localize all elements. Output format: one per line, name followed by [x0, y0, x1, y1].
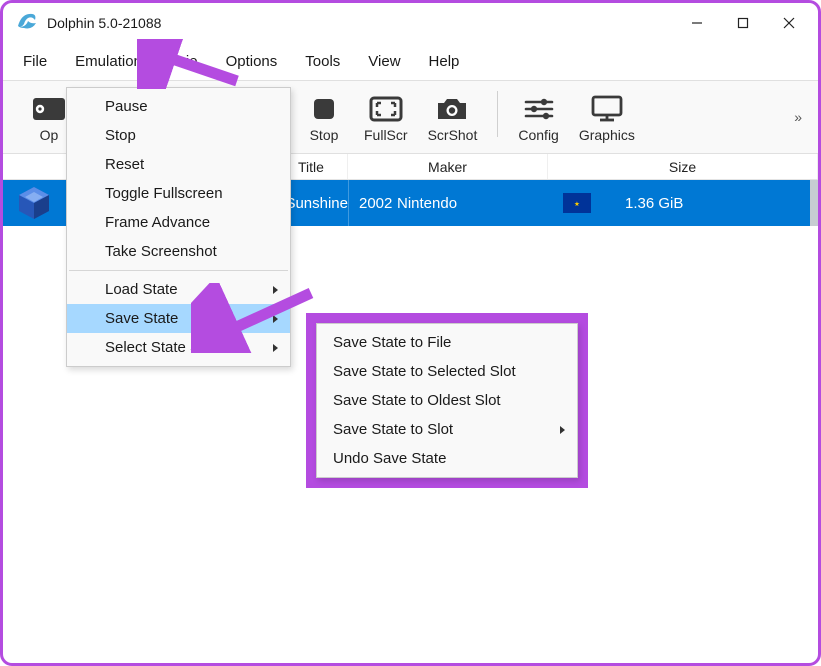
close-button[interactable] — [766, 7, 812, 39]
submenu-undo[interactable]: Undo Save State — [317, 444, 577, 473]
menu-item-frame-advance[interactable]: Frame Advance — [67, 208, 290, 237]
menu-item-load-state[interactable]: Load State — [67, 275, 290, 304]
menu-view[interactable]: View — [354, 47, 414, 76]
submenu-save-to-file[interactable]: Save State to File — [317, 328, 577, 357]
column-size[interactable]: Size — [548, 154, 818, 179]
window-title: Dolphin 5.0-21088 — [47, 15, 674, 31]
menu-item-stop[interactable]: Stop — [67, 121, 290, 150]
toolbar-fullscreen-button[interactable]: FullScr — [354, 87, 418, 147]
window-controls — [674, 7, 812, 39]
sliders-icon — [519, 91, 559, 127]
submenu-save-to-selected[interactable]: Save State to Selected Slot — [317, 357, 577, 386]
minimize-button[interactable] — [674, 7, 720, 39]
stop-icon — [304, 91, 344, 127]
toolbar-screenshot-button[interactable]: ScrShot — [418, 87, 488, 147]
submenu-save-to-slot[interactable]: Save State to Slot — [317, 415, 577, 444]
maximize-button[interactable] — [720, 7, 766, 39]
submenu-save-to-oldest[interactable]: Save State to Oldest Slot — [317, 386, 577, 415]
toolbar-stop-button[interactable]: Stop — [294, 87, 354, 147]
dolphin-icon — [15, 10, 39, 36]
toolbar-graphics-button[interactable]: Graphics — [569, 87, 645, 147]
game-size: 1.36 GiB — [607, 195, 810, 212]
title-bar: Dolphin 5.0-21088 — [3, 3, 818, 43]
menu-item-select-state-slot[interactable]: Select State Slot — [67, 333, 290, 362]
emulation-dropdown: Pause Stop Reset Toggle Fullscreen Frame… — [66, 87, 291, 367]
game-year: 2002 — [349, 195, 397, 212]
disc-icon — [29, 91, 69, 127]
menu-item-toggle-fullscreen[interactable]: Toggle Fullscreen — [67, 179, 290, 208]
annotation-highlight-box: Save State to File Save State to Selecte… — [306, 313, 588, 488]
menu-item-save-state[interactable]: Save State — [67, 304, 290, 333]
menu-item-reset[interactable]: Reset — [67, 150, 290, 179]
toolbar-stop-label: Stop — [310, 127, 339, 143]
camera-icon — [432, 91, 472, 127]
region-eu-icon: ⋆ — [547, 193, 607, 213]
menu-help[interactable]: Help — [415, 47, 474, 76]
toolbar-fullscreen-label: FullScr — [364, 127, 408, 143]
save-state-submenu: Save State to File Save State to Selecte… — [316, 323, 578, 478]
menu-item-pause[interactable]: Pause — [67, 92, 290, 121]
menu-separator — [69, 270, 288, 271]
menu-movie-partial[interactable]: ie — [156, 47, 212, 76]
menu-options[interactable]: Options — [212, 47, 292, 76]
menu-emulation[interactable]: Emulation — [61, 47, 156, 76]
fullscreen-icon — [366, 91, 406, 127]
monitor-icon — [587, 91, 627, 127]
toolbar-graphics-label: Graphics — [579, 127, 635, 143]
menu-item-take-screenshot[interactable]: Take Screenshot — [67, 237, 290, 266]
toolbar-open-label: Op — [40, 127, 59, 143]
toolbar-config-button[interactable]: Config — [508, 87, 568, 147]
menu-bar: File Emulation ie Options Tools View Hel… — [3, 43, 818, 81]
scrollbar-vertical[interactable] — [810, 180, 818, 226]
menu-tools[interactable]: Tools — [291, 47, 354, 76]
toolbar-config-label: Config — [518, 127, 558, 143]
column-maker[interactable]: Maker — [348, 154, 548, 179]
toolbar-screenshot-label: ScrShot — [428, 127, 478, 143]
toolbar-overflow-button[interactable]: » — [788, 87, 810, 147]
platform-gamecube-icon — [3, 185, 65, 221]
menu-file[interactable]: File — [9, 47, 61, 76]
toolbar-separator — [497, 91, 498, 137]
game-maker: Nintendo — [397, 195, 547, 212]
